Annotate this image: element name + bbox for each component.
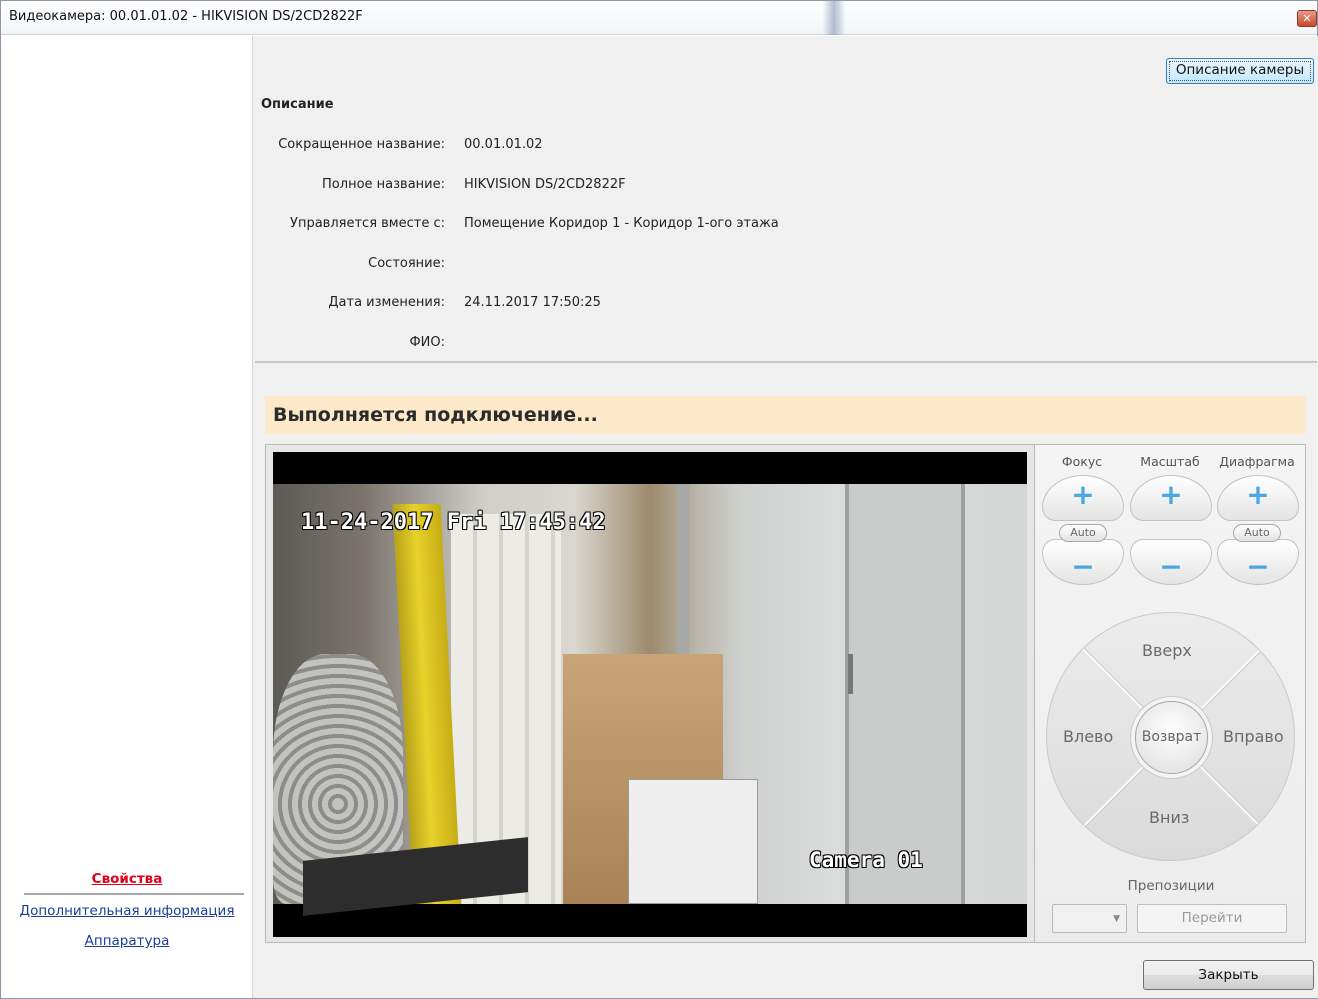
ptz-down-button[interactable]: Вниз	[1149, 808, 1189, 827]
iris-label: Диафрагма	[1219, 454, 1295, 469]
plus-icon: +	[1246, 478, 1270, 511]
short-name-label: Сокращенное название:	[278, 137, 445, 152]
ptz-right-button[interactable]: Вправо	[1223, 727, 1284, 746]
plus-icon: +	[1159, 478, 1183, 511]
modified-date-label: Дата изменения:	[328, 295, 445, 310]
ptz-left-button[interactable]: Влево	[1063, 727, 1113, 746]
scene-door-handle	[848, 654, 853, 694]
ptz-control-panel: Фокус Масштаб Диафрагма + − Auto + − + −	[1034, 444, 1306, 943]
preset-select[interactable]: ▼	[1052, 904, 1127, 933]
title-bar[interactable]: Видеокамера: 00.01.01.02 - HIKVISION DS/…	[1, 1, 1317, 35]
focus-label: Фокус	[1061, 454, 1103, 469]
camera-window: Видеокамера: 00.01.01.02 - HIKVISION DS/…	[0, 0, 1318, 999]
osd-timestamp: 11-24-2017 Fri 17:45:42	[301, 510, 606, 535]
iris-auto-button[interactable]: Auto	[1233, 524, 1281, 542]
close-icon: ✕	[1302, 12, 1312, 25]
video-stream[interactable]: 11-24-2017 Fri 17:45:42 Camera 01	[273, 452, 1027, 937]
plus-icon: +	[1071, 478, 1095, 511]
sidebar-item-properties[interactable]: Свойства	[2, 871, 252, 887]
ptz-direction-pad: Вверх Вниз Влево Вправо Возврат	[1046, 612, 1295, 861]
managed-with-label: Управляется вместе с:	[290, 216, 445, 231]
chevron-down-icon: ▼	[1113, 914, 1120, 924]
osd-camera-name: Camera 01	[809, 848, 923, 872]
scene-door	[845, 484, 965, 904]
iris-plus-button[interactable]: +	[1217, 475, 1299, 521]
full-name-value: HIKVISION DS/2CD2822F	[464, 177, 626, 192]
ptz-up-button[interactable]: Вверх	[1142, 641, 1192, 660]
full-name-label: Полное название:	[322, 177, 445, 192]
managed-with-value: Помещение Коридор 1 - Коридор 1-ого этаж…	[464, 216, 779, 231]
focus-plus-button[interactable]: +	[1042, 475, 1124, 521]
video-frame: 11-24-2017 Fri 17:45:42 Camera 01	[265, 444, 1035, 943]
presets-label: Препозиции	[1127, 878, 1215, 894]
main-panel: Описание камеры Описание Сокращенное наз…	[252, 36, 1318, 998]
modified-date-value: 24.11.2017 17:50:25	[464, 295, 601, 310]
state-label: Состояние:	[368, 256, 445, 271]
sidebar-divider	[24, 893, 244, 895]
focus-minus-button[interactable]: −	[1042, 539, 1124, 585]
camera-description-button[interactable]: Описание камеры	[1166, 58, 1314, 84]
camera-scene	[273, 484, 1027, 916]
iris-minus-button[interactable]: −	[1217, 539, 1299, 585]
description-heading: Описание	[261, 97, 334, 112]
close-button[interactable]: Закрыть	[1143, 960, 1314, 990]
title-bar-highlight	[823, 1, 845, 35]
sidebar: Свойства Дополнительная информация Аппар…	[2, 36, 252, 998]
zoom-label: Масштаб	[1140, 454, 1200, 469]
zoom-plus-button[interactable]: +	[1130, 475, 1212, 521]
scene-white-box	[628, 779, 758, 904]
connection-status-banner: Выполняется подключение...	[265, 396, 1306, 434]
close-window-button[interactable]: ✕	[1297, 10, 1317, 27]
zoom-minus-button[interactable]: −	[1130, 539, 1212, 585]
short-name-value: 00.01.01.02	[464, 137, 543, 152]
focus-auto-button[interactable]: Auto	[1059, 524, 1107, 542]
sidebar-item-additional-info[interactable]: Дополнительная информация	[2, 903, 252, 919]
full-name-person-label: ФИО:	[409, 335, 445, 350]
ptz-home-button[interactable]: Возврат	[1135, 701, 1208, 774]
window-title: Видеокамера: 00.01.01.02 - HIKVISION DS/…	[9, 9, 363, 24]
minus-icon: −	[1246, 550, 1270, 583]
sidebar-item-hardware[interactable]: Аппаратура	[2, 933, 252, 949]
minus-icon: −	[1159, 550, 1183, 583]
minus-icon: −	[1071, 550, 1095, 583]
goto-preset-button[interactable]: Перейти	[1137, 904, 1287, 933]
section-divider	[255, 361, 1317, 363]
